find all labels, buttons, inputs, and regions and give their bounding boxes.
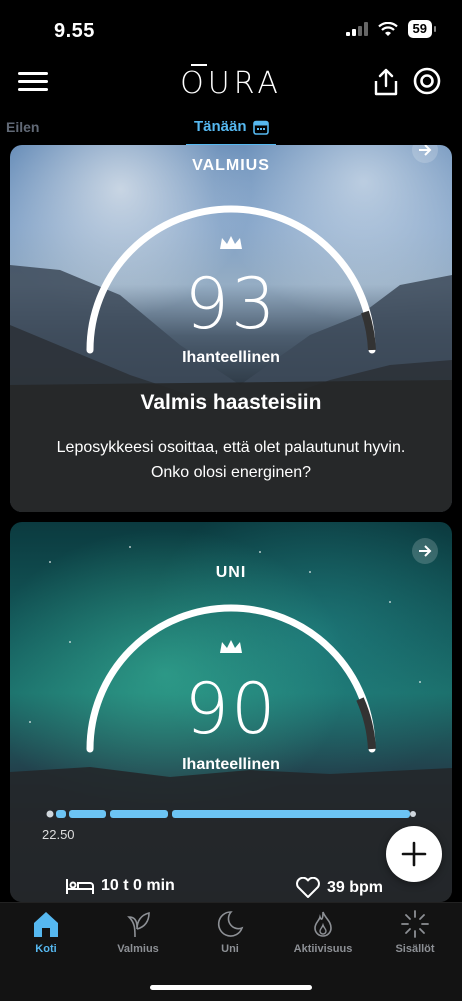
nav-item-explore[interactable]: Sisällöt [369,909,461,955]
nav-label-activity: Aktiivisuus [293,943,353,955]
sleep-score: 90 [184,668,278,750]
ring-icon [413,67,441,95]
nav-item-sleep[interactable]: Uni [184,909,276,955]
sleep-score-label: Ihanteellinen [182,756,280,773]
home-icon [34,912,58,937]
sleep-duration: 10 t 0 min [65,877,175,895]
moon-icon [217,911,244,937]
wifi-icon [377,21,398,36]
readiness-description: Leposykkeesi osoittaa, että olet palautu… [56,439,406,481]
tab-today[interactable]: Tänään [194,118,269,135]
nav-item-home[interactable]: Koti [0,909,92,955]
day-tabs: Eilen Tänään [0,112,462,146]
heart-rate-value: 39 bpm [327,879,384,896]
share-button[interactable] [372,67,400,97]
readiness-headline: Valmis haasteisiin [140,391,322,414]
home-indicator [150,985,312,990]
tab-today-label: Tänään [194,118,247,135]
nav-label-home: Koti [35,943,57,955]
battery-indicator: 59 [407,20,437,38]
calendar-icon [252,120,269,135]
add-button[interactable] [386,826,442,882]
status-icons: 59 [345,20,437,38]
nav-item-readiness[interactable]: Valmius [92,909,184,955]
nav-label-explore: Sisällöt [395,943,435,955]
ring-button[interactable] [412,66,442,96]
nav-label-readiness: Valmius [117,943,159,955]
status-bar: 9.55 59 [0,0,462,60]
bed-icon [66,879,94,894]
readiness-score-label: Ihanteellinen [182,349,280,366]
flame-icon [314,911,332,937]
crown-icon [220,236,242,249]
nav-label-sleep: Uni [221,943,239,955]
signal-icon [345,22,368,36]
crown-icon [220,640,242,653]
heart-icon [296,877,320,898]
readiness-card[interactable]: VALMIUS 93 Ihanteellinen Valmis haasteis… [10,145,452,512]
tab-yesterday[interactable]: Eilen [6,119,39,135]
leaf-icon [127,911,150,938]
plus-icon [401,841,427,867]
nav-item-activity[interactable]: Aktiivisuus [277,909,369,955]
sleep-duration-value: 10 t 0 min [101,877,175,894]
app-header: OURA [0,60,462,106]
readiness-score: 93 [184,263,278,345]
share-icon [374,68,398,96]
clock: 9.55 [54,20,95,42]
bedtime-start: 22.50 [42,827,75,842]
sleep-heart-rate: 39 bpm [295,877,383,899]
sleep-timeline [46,810,416,818]
sparkle-icon [401,910,429,938]
